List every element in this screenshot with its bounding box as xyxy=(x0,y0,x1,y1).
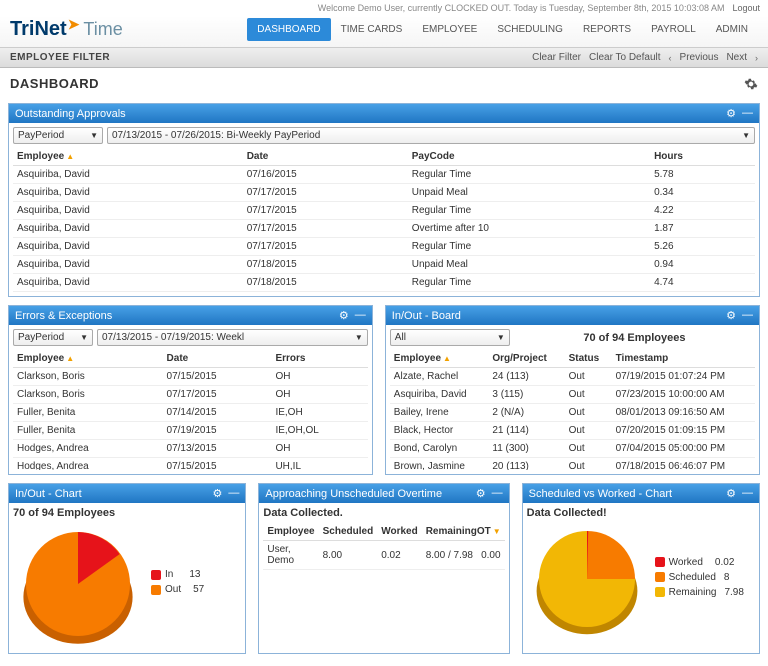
panel-gear-icon[interactable]: ⚙ xyxy=(213,487,223,500)
table-row[interactable]: Asquiriba, David07/18/2015Unpaid Meal0.9… xyxy=(13,256,755,274)
employee-filter-label[interactable]: EMPLOYEE FILTER xyxy=(10,52,110,63)
sched-chart-status: Data Collected! xyxy=(527,507,755,519)
table-row[interactable]: Clarkson, Boris07/15/2015OH xyxy=(13,368,368,386)
next-link[interactable]: Next xyxy=(726,52,747,63)
panel-collapse-icon[interactable]: — xyxy=(355,309,366,322)
col-worked[interactable]: Worked xyxy=(377,523,422,541)
panel-gear-icon[interactable]: ⚙ xyxy=(476,487,486,500)
table-row[interactable]: Asquiriba, David07/16/2015Regular Time5.… xyxy=(13,166,755,184)
logo-arrow-icon: ➤ xyxy=(68,16,80,33)
table-row[interactable]: Fuller, Benita07/19/2015IE,OH,OL xyxy=(13,422,368,440)
col-date[interactable]: Date xyxy=(163,350,272,368)
col-employee[interactable]: Employee xyxy=(263,523,318,541)
welcome-text: Welcome Demo User, currently CLOCKED OUT… xyxy=(318,3,725,13)
col-scheduled[interactable]: Scheduled xyxy=(319,523,378,541)
errors-period-range-select[interactable]: 07/13/2015 - 07/19/2015: Weekl▼ xyxy=(97,329,368,346)
panel-collapse-icon[interactable]: — xyxy=(742,487,753,500)
table-row[interactable]: Black, Hector21 (114)Out07/20/2015 01:09… xyxy=(390,422,755,440)
previous-link[interactable]: Previous xyxy=(680,52,719,63)
logout-link[interactable]: Logout xyxy=(732,3,760,13)
in-swatch xyxy=(151,570,161,580)
col-employee[interactable]: Employee▲ xyxy=(13,350,163,368)
payperiod-type-select[interactable]: PayPeriod▼ xyxy=(13,127,103,144)
col-date[interactable]: Date xyxy=(243,148,408,166)
scheduled-swatch xyxy=(655,572,665,582)
table-row[interactable]: Asquiriba, David07/17/2015Regular Time4.… xyxy=(13,202,755,220)
prev-icon[interactable]: ‹ xyxy=(669,53,672,63)
overtime-table: Employee Scheduled Worked RemainingOT▼ U… xyxy=(263,523,504,570)
table-row[interactable]: Fuller, Benita07/14/2015IE,OH xyxy=(13,404,368,422)
tab-admin[interactable]: ADMIN xyxy=(706,18,758,41)
panel-collapse-icon[interactable]: — xyxy=(742,309,753,322)
col-errors[interactable]: Errors xyxy=(271,350,367,368)
clear-default-link[interactable]: Clear To Default xyxy=(589,52,661,63)
tab-dashboard[interactable]: DASHBOARD xyxy=(247,18,330,41)
panel-collapse-icon[interactable]: — xyxy=(742,107,753,120)
table-row[interactable]: Asquiriba, David3 (115)Out07/23/2015 10:… xyxy=(390,386,755,404)
outstanding-table: Employee▲ Date PayCode Hours Asquiriba, … xyxy=(13,148,755,292)
panel-gear-icon[interactable]: ⚙ xyxy=(339,309,349,322)
table-row[interactable]: Bailey, Irene2 (N/A)Out08/01/2013 09:16:… xyxy=(390,404,755,422)
clear-filter-link[interactable]: Clear Filter xyxy=(532,52,581,63)
page-title: DASHBOARD xyxy=(10,76,99,91)
panel-gear-icon[interactable]: ⚙ xyxy=(726,487,736,500)
table-row[interactable]: Alzate, Rachel24 (113)Out07/19/2015 01:0… xyxy=(390,368,755,386)
errors-table: Employee▲ Date Errors Clarkson, Boris07/… xyxy=(13,350,368,470)
panel-gear-icon[interactable]: ⚙ xyxy=(726,107,736,120)
board-table: Employee▲ Org/Project Status Timestamp A… xyxy=(390,350,755,470)
payperiod-range-select[interactable]: 07/13/2015 - 07/26/2015: Bi-Weekly PayPe… xyxy=(107,127,755,144)
remaining-swatch xyxy=(655,587,665,597)
table-row[interactable]: Asquiriba, David07/17/2015Unpaid Meal0.3… xyxy=(13,184,755,202)
col-org[interactable]: Org/Project xyxy=(488,350,564,368)
table-row[interactable]: Asquiriba, David07/17/2015Regular Time5.… xyxy=(13,238,755,256)
tab-scheduling[interactable]: SCHEDULING xyxy=(487,18,573,41)
panel-gear-icon[interactable]: ⚙ xyxy=(726,309,736,322)
col-paycode[interactable]: PayCode xyxy=(408,148,650,166)
outstanding-title: Outstanding Approvals xyxy=(15,108,126,120)
tab-timecards[interactable]: TIME CARDS xyxy=(331,18,413,41)
logo: TriNet➤ Time xyxy=(10,18,123,41)
sched-pie-chart xyxy=(527,519,647,639)
overtime-title: Approaching Unscheduled Overtime xyxy=(265,488,442,500)
table-row[interactable]: Asquiriba, David07/17/2015Overtime after… xyxy=(13,220,755,238)
table-row[interactable]: User, Demo 8.00 0.02 8.00 / 7.98 0.00 xyxy=(263,541,504,570)
col-employee[interactable]: Employee▲ xyxy=(13,148,243,166)
errors-period-type-select[interactable]: PayPeriod▼ xyxy=(13,329,93,346)
table-row[interactable]: Hodges, Andrea07/15/2015UH,IL xyxy=(13,458,368,471)
table-row[interactable]: Hodges, Andrea07/13/2015OH xyxy=(13,440,368,458)
overtime-status: Data Collected. xyxy=(263,507,504,519)
tab-payroll[interactable]: PAYROLL xyxy=(641,18,706,41)
out-swatch xyxy=(151,585,161,595)
tab-employee[interactable]: EMPLOYEE xyxy=(412,18,487,41)
inout-chart-header: 70 of 94 Employees xyxy=(13,507,241,519)
next-icon[interactable]: › xyxy=(755,53,758,63)
col-timestamp[interactable]: Timestamp xyxy=(612,350,755,368)
sched-chart-title: Scheduled vs Worked - Chart xyxy=(529,488,672,500)
worked-swatch xyxy=(655,557,665,567)
errors-title: Errors & Exceptions xyxy=(15,310,112,322)
col-employee[interactable]: Employee▲ xyxy=(390,350,489,368)
panel-collapse-icon[interactable]: — xyxy=(492,487,503,500)
board-filter-select[interactable]: All▼ xyxy=(390,329,510,346)
tab-reports[interactable]: REPORTS xyxy=(573,18,641,41)
inout-pie-chart xyxy=(13,519,143,649)
table-row[interactable]: Brown, Jasmine20 (113)Out07/18/2015 06:4… xyxy=(390,458,755,471)
col-hours[interactable]: Hours xyxy=(650,148,755,166)
panel-collapse-icon[interactable]: — xyxy=(228,487,239,500)
col-remaining[interactable]: RemainingOT▼ xyxy=(422,523,505,541)
board-title: In/Out - Board xyxy=(392,310,461,322)
inout-chart-title: In/Out - Chart xyxy=(15,488,82,500)
main-nav: DASHBOARD TIME CARDS EMPLOYEE SCHEDULING… xyxy=(247,18,758,41)
table-row[interactable]: Clarkson, Boris07/17/2015OH xyxy=(13,386,368,404)
table-row[interactable]: Asquiriba, David07/18/2015Regular Time4.… xyxy=(13,274,755,292)
settings-icon[interactable] xyxy=(744,77,758,91)
board-summary: 70 of 94 Employees xyxy=(514,332,755,344)
col-status[interactable]: Status xyxy=(565,350,612,368)
table-row[interactable]: Bond, Carolyn11 (300)Out07/04/2015 05:00… xyxy=(390,440,755,458)
